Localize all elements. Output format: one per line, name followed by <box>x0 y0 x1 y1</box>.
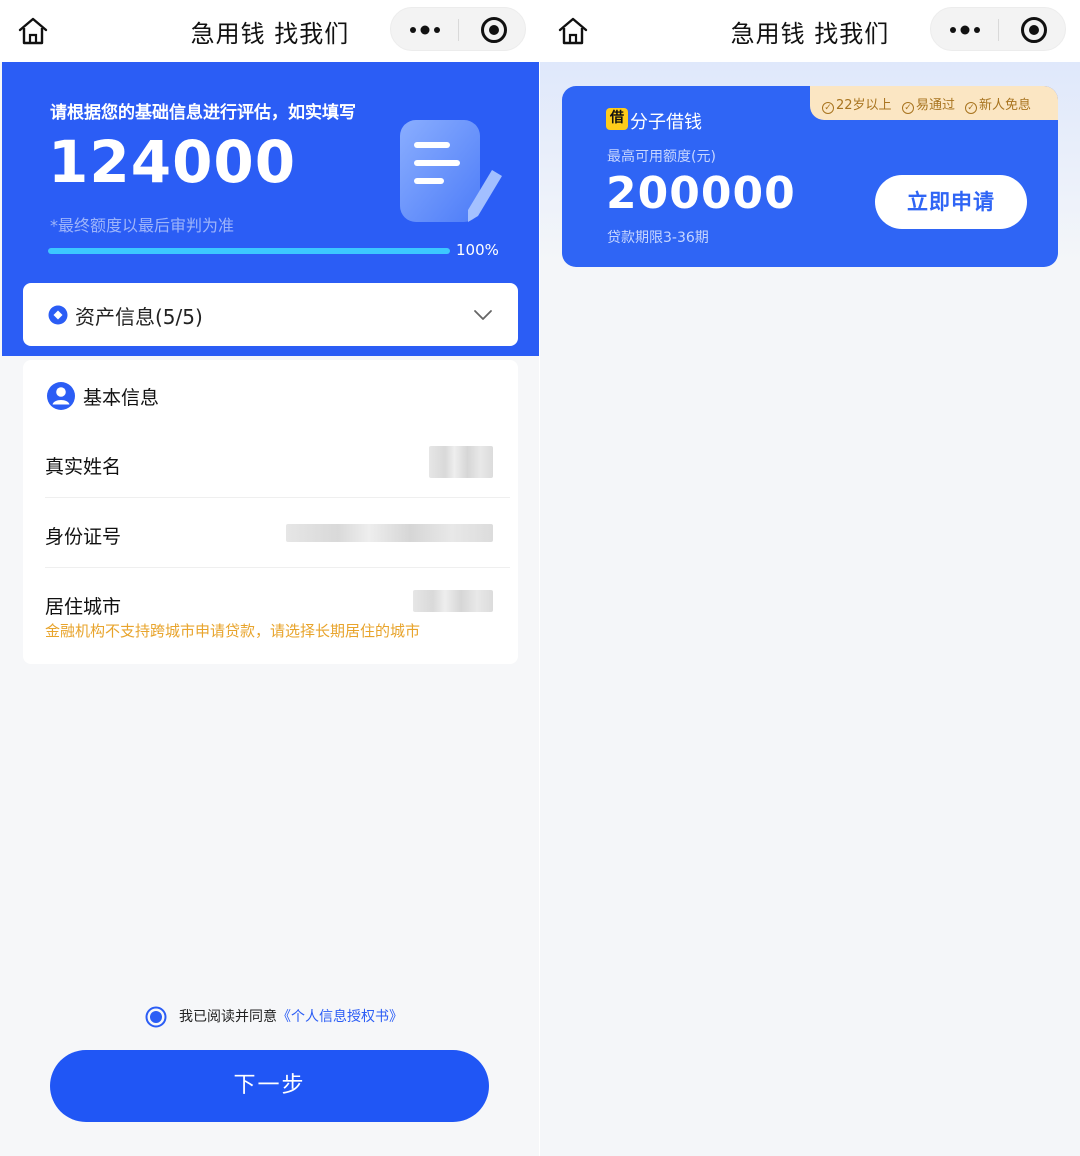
basic-info-title: 基本信息 <box>83 387 160 409</box>
feature-tags: ✓ 22岁以上 ✓ 易通过 ✓ 新人免息 <box>810 86 1058 120</box>
real-name-value-redacted <box>429 446 493 478</box>
id-number-label: 身份证号 <box>45 526 122 548</box>
limit-label: 最高可用额度(元) <box>607 149 716 165</box>
city-value-redacted <box>413 590 493 612</box>
progress-label: 100% <box>456 241 499 259</box>
privacy-authorization-link[interactable]: 《个人信息授权书》 <box>277 1009 403 1025</box>
agreement-text: 我已阅读并同意《个人信息授权书》 <box>179 1006 403 1026</box>
check-circle-icon: ✓ <box>965 102 977 114</box>
loan-term: 贷款期限3-36期 <box>607 230 709 246</box>
close-target-icon[interactable] <box>479 15 509 45</box>
mini-program-capsule <box>390 7 526 51</box>
more-icon[interactable] <box>945 14 985 46</box>
check-circle-icon: ✓ <box>902 102 914 114</box>
asset-info-dropdown[interactable]: 资产信息(5/5) <box>23 283 518 346</box>
progress-bar <box>48 248 450 254</box>
brand-logo-icon: 借 <box>606 108 628 130</box>
brand-name: 分子借钱 <box>630 112 702 133</box>
feature-tag: ✓ 新人免息 <box>965 94 1031 114</box>
basic-info-card: 基本信息 真实姓名 身份证号 居住城市 金融机构不支持跨城市申请贷款，请选择长期… <box>23 360 518 664</box>
assessment-hint: 请根据您的基础信息进行评估，如实填写 <box>50 103 356 123</box>
estimated-amount: 124000 <box>48 128 297 196</box>
diamond-bullet-icon <box>48 305 68 325</box>
document-edit-icon <box>400 120 502 222</box>
mini-program-capsule <box>930 7 1066 51</box>
agreement-prefix: 我已阅读并同意 <box>179 1009 277 1025</box>
apply-now-button[interactable]: 立即申请 <box>875 175 1027 229</box>
check-circle-icon: ✓ <box>822 102 834 114</box>
id-number-row[interactable]: 身份证号 <box>23 498 518 568</box>
more-icon[interactable] <box>405 14 445 46</box>
real-name-label: 真实姓名 <box>45 456 122 478</box>
user-icon <box>47 382 75 410</box>
nav-bar: 急用钱 找我们 <box>540 0 1080 62</box>
amount-note: *最终额度以最后审判为准 <box>50 216 235 235</box>
agree-radio[interactable] <box>145 1006 167 1028</box>
real-name-row[interactable]: 真实姓名 <box>23 430 518 498</box>
city-warning: 金融机构不支持跨城市申请贷款，请选择长期居住的城市 <box>45 622 421 640</box>
next-step-button[interactable]: 下一步 <box>50 1050 489 1122</box>
feature-tag: ✓ 易通过 <box>902 94 955 114</box>
progress-fill <box>48 248 450 254</box>
capsule-divider <box>998 19 999 41</box>
city-row[interactable]: 居住城市 <box>23 568 518 658</box>
left-screen: 急用钱 找我们 请根据您的基础信息进行评估，如实填写 124000 *最终额度以… <box>0 0 540 1156</box>
id-number-value-redacted <box>286 524 493 542</box>
capsule-divider <box>458 19 459 41</box>
limit-amount: 200000 <box>606 168 796 219</box>
asset-info-label: 资产信息(5/5) <box>75 305 203 329</box>
feature-tag: ✓ 22岁以上 <box>822 94 892 114</box>
nav-bar: 急用钱 找我们 <box>0 0 540 62</box>
right-screen: 急用钱 找我们 ✓ 22岁以上 ✓ 易通过 ✓ 新人免息 借 分子借钱 最高可用额度(… <box>540 0 1080 1156</box>
close-target-icon[interactable] <box>1019 15 1049 45</box>
city-label: 居住城市 <box>45 596 122 618</box>
chevron-down-icon[interactable] <box>471 303 495 327</box>
loan-product-card[interactable]: ✓ 22岁以上 ✓ 易通过 ✓ 新人免息 借 分子借钱 最高可用额度(元) 20000… <box>562 86 1058 267</box>
